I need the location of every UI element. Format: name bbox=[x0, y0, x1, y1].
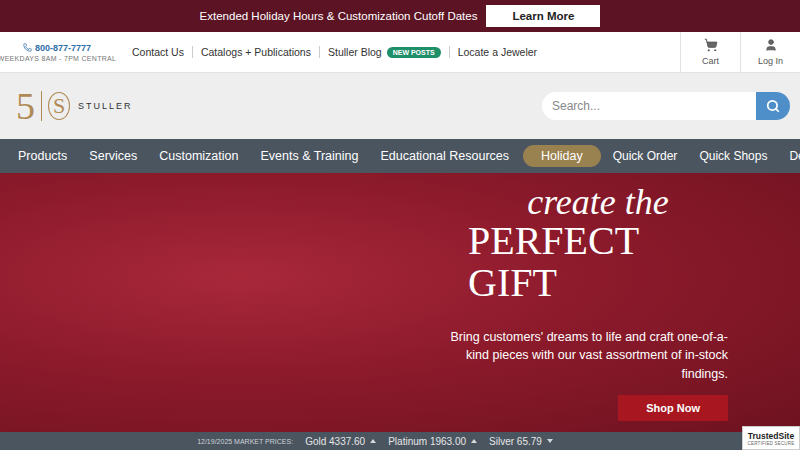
header-action[interactable]: Log In bbox=[740, 32, 800, 72]
hero-title: create thePERFECT GIFT bbox=[468, 184, 728, 304]
utility-link[interactable]: Contact Us bbox=[124, 46, 192, 58]
utility-link[interactable]: Catalogs + Publications bbox=[192, 46, 319, 58]
down-arrow-icon bbox=[547, 439, 553, 443]
hours: WEEKDAYS 8AM - 7PM CENTRAL bbox=[0, 55, 116, 62]
hero-content: create thePERFECT GIFT Bring customers' d… bbox=[438, 184, 728, 420]
market-price: Platinum 1963.00 bbox=[388, 436, 477, 447]
nav-item[interactable]: Products bbox=[10, 145, 75, 167]
cart-icon bbox=[704, 38, 718, 52]
nav-item[interactable]: Quick Order bbox=[605, 145, 686, 167]
search-icon bbox=[766, 99, 780, 113]
user-icon bbox=[764, 38, 778, 52]
announcement-banner: Extended Holiday Hours & Customization C… bbox=[0, 0, 800, 32]
logo-name: STULLER bbox=[78, 101, 133, 111]
logo-row: 5S STULLER bbox=[0, 73, 800, 139]
utility-bar: 800-877-7777WEEKDAYS 8AM - 7PM CENTRALCo… bbox=[0, 32, 800, 73]
nav-item[interactable]: Services bbox=[81, 145, 145, 167]
nav-left: Products Services Customization Events & Tr… bbox=[8, 145, 603, 167]
hero-script: create the bbox=[527, 184, 669, 220]
logo-divider bbox=[41, 91, 42, 121]
market-price: Gold 4337.60 bbox=[305, 436, 376, 447]
trustedsite-badge[interactable]: TrustedSiteCERTIFIED SECURE bbox=[742, 426, 800, 450]
up-arrow-icon bbox=[370, 439, 376, 443]
utility-link[interactable]: Locate a Jeweler bbox=[449, 46, 545, 58]
logo-monogram: S bbox=[48, 92, 70, 120]
hero-banner: create thePERFECT GIFT Bring customers' d… bbox=[0, 173, 800, 432]
logo-mark: 5 bbox=[16, 87, 35, 125]
search-input[interactable] bbox=[542, 92, 756, 120]
nav-item[interactable]: Events & Training bbox=[252, 145, 366, 167]
header-action[interactable]: Cart bbox=[680, 32, 740, 72]
phone-icon bbox=[23, 43, 32, 52]
utility-links: Contact UsCatalogs + PublicationsStuller… bbox=[114, 32, 680, 72]
shop-now-button[interactable]: Shop Now bbox=[618, 395, 728, 421]
main-nav: Products Services Customization Events & Tr… bbox=[0, 139, 800, 173]
market-ticker: 12/19/2025 MARKET PRICES: Gold 4337.60 Pla… bbox=[0, 432, 800, 450]
hero-heading: PERFECT GIFT bbox=[468, 220, 728, 304]
hero-text: Bring customers' dreams to life and craf… bbox=[438, 328, 728, 382]
nav-item[interactable]: Holiday bbox=[523, 145, 601, 167]
market-date: 12/19/2025 MARKET PRICES: bbox=[197, 438, 293, 445]
learn-more-button[interactable]: Learn More bbox=[486, 5, 600, 27]
utility-link[interactable]: Stuller BlogNEW POSTS bbox=[319, 46, 449, 58]
page: Extended Holiday Hours & Customization C… bbox=[0, 0, 800, 450]
nav-item[interactable]: Customization bbox=[151, 145, 246, 167]
search-button[interactable] bbox=[756, 92, 790, 120]
nav-item[interactable]: Educational Resources bbox=[372, 145, 517, 167]
contact-block: 800-877-7777 WEEKDAYS 8AM - 7PM CENTRAL bbox=[0, 32, 114, 72]
search-box bbox=[542, 92, 790, 120]
nav-item[interactable]: Quick Shops bbox=[691, 145, 775, 167]
nav-right: Quick OrderQuick Shops Deals bbox=[603, 145, 800, 167]
banner-text: Extended Holiday Hours & Customization C… bbox=[200, 10, 478, 22]
phone-number[interactable]: 800-877-7777 bbox=[23, 43, 91, 53]
up-arrow-icon bbox=[471, 439, 477, 443]
market-price: Silver 65.79 bbox=[489, 436, 553, 447]
new-posts-badge: NEW POSTS bbox=[387, 47, 441, 58]
logo[interactable]: 5S STULLER bbox=[16, 87, 133, 125]
nav-item[interactable]: Deals bbox=[781, 145, 800, 167]
